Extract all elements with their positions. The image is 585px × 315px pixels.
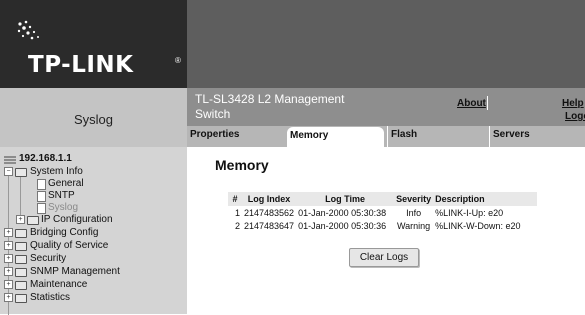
page-title: Syslog <box>73 112 114 127</box>
table-cell: 2147483647 <box>244 220 295 231</box>
sidebar-item-bridging-config[interactable]: Bridging Config <box>30 227 98 239</box>
product-title: TL-SL3428 L2 Management Switch <box>195 92 345 121</box>
folder-open-icon <box>15 168 27 177</box>
tab-servers[interactable]: Servers <box>489 126 585 147</box>
sidebar-item-security[interactable]: Security <box>30 253 66 265</box>
table-cell: 01-Jan-2000 05:30:38 <box>298 207 387 218</box>
expand-icon[interactable]: + <box>4 280 13 289</box>
expand-icon[interactable]: + <box>4 228 13 237</box>
sidebar-item-ip-configuration[interactable]: IP Configuration <box>41 214 113 226</box>
log-table: # Log Index Log Time Severity Descriptio… <box>228 192 538 232</box>
page-icon <box>37 203 46 214</box>
trademark-mark: ® <box>175 56 181 65</box>
folder-icon <box>27 216 39 225</box>
expand-icon[interactable]: + <box>4 267 13 276</box>
folder-icon <box>15 281 27 290</box>
column-header: Log Index <box>242 192 297 206</box>
table-cell: %LINK-W-Down: e20 <box>435 220 521 231</box>
sidebar-item-syslog[interactable]: Syslog <box>48 202 78 214</box>
table-cell: Info <box>406 207 422 218</box>
clear-logs-button[interactable]: Clear Logs <box>349 248 419 267</box>
sidebar-item-system-info[interactable]: System Info <box>30 166 83 178</box>
column-header: Severity <box>394 192 434 206</box>
link-divider <box>487 96 488 110</box>
network-icon <box>4 156 16 164</box>
table-cell: Warning <box>396 220 431 231</box>
table-cell: 1 <box>234 207 240 218</box>
table-row: 1 2147483562 01-Jan-2000 05:30:38 Info %… <box>228 206 537 219</box>
table-cell: 2147483562 <box>244 207 295 218</box>
expand-icon[interactable]: + <box>4 254 13 263</box>
tab-flash[interactable]: Flash <box>387 126 488 147</box>
logo-dots-icon <box>17 20 39 40</box>
logo-area: TP-LINK ® <box>0 0 187 88</box>
column-header: # <box>228 192 242 206</box>
table-header-row: # Log Index Log Time Severity Descriptio… <box>228 192 538 206</box>
table-cell: %LINK-I-Up: e20 <box>435 207 504 218</box>
table-cell: 2 <box>234 220 240 231</box>
expand-icon[interactable]: + <box>16 215 25 224</box>
tab-properties[interactable]: Properties <box>187 126 287 147</box>
sidebar-item-statistics[interactable]: Statistics <box>30 292 70 304</box>
folder-icon <box>15 255 27 264</box>
sidebar-item-quality-of-service[interactable]: Quality of Service <box>30 240 108 252</box>
sidebar-item-sntp[interactable]: SNTP <box>48 190 75 202</box>
page-icon <box>37 191 46 202</box>
page-icon <box>37 179 46 190</box>
collapse-icon[interactable]: − <box>4 167 13 176</box>
sidebar-item-snmp-management[interactable]: SNMP Management <box>30 266 120 278</box>
tab-bar: Properties Memory Flash Servers <box>187 126 585 148</box>
sidebar-item-maintenance[interactable]: Maintenance <box>30 279 87 291</box>
folder-icon <box>15 294 27 303</box>
logout-link[interactable]: Logout <box>565 111 585 122</box>
tab-memory[interactable]: Memory <box>287 127 384 148</box>
folder-icon <box>15 268 27 277</box>
folder-icon <box>15 242 27 251</box>
sidebar-tree: 192.168.1.1 − System Info General SNTP S… <box>0 147 187 315</box>
expand-icon[interactable]: + <box>4 241 13 250</box>
brand-logo: TP-LINK <box>28 52 134 78</box>
sidebar-item-general[interactable]: General <box>48 178 84 190</box>
folder-icon <box>15 229 27 238</box>
about-link[interactable]: About <box>457 98 486 109</box>
section-heading: Memory <box>215 157 269 173</box>
column-header: Log Time <box>296 192 395 206</box>
help-link[interactable]: Help <box>562 98 584 109</box>
table-row: 2 2147483647 01-Jan-2000 05:30:36 Warnin… <box>228 219 537 232</box>
column-header: Description <box>433 192 538 206</box>
expand-icon[interactable]: + <box>4 293 13 302</box>
table-cell: 01-Jan-2000 05:30:36 <box>298 220 387 231</box>
sidebar-root[interactable]: 192.168.1.1 <box>19 153 72 165</box>
